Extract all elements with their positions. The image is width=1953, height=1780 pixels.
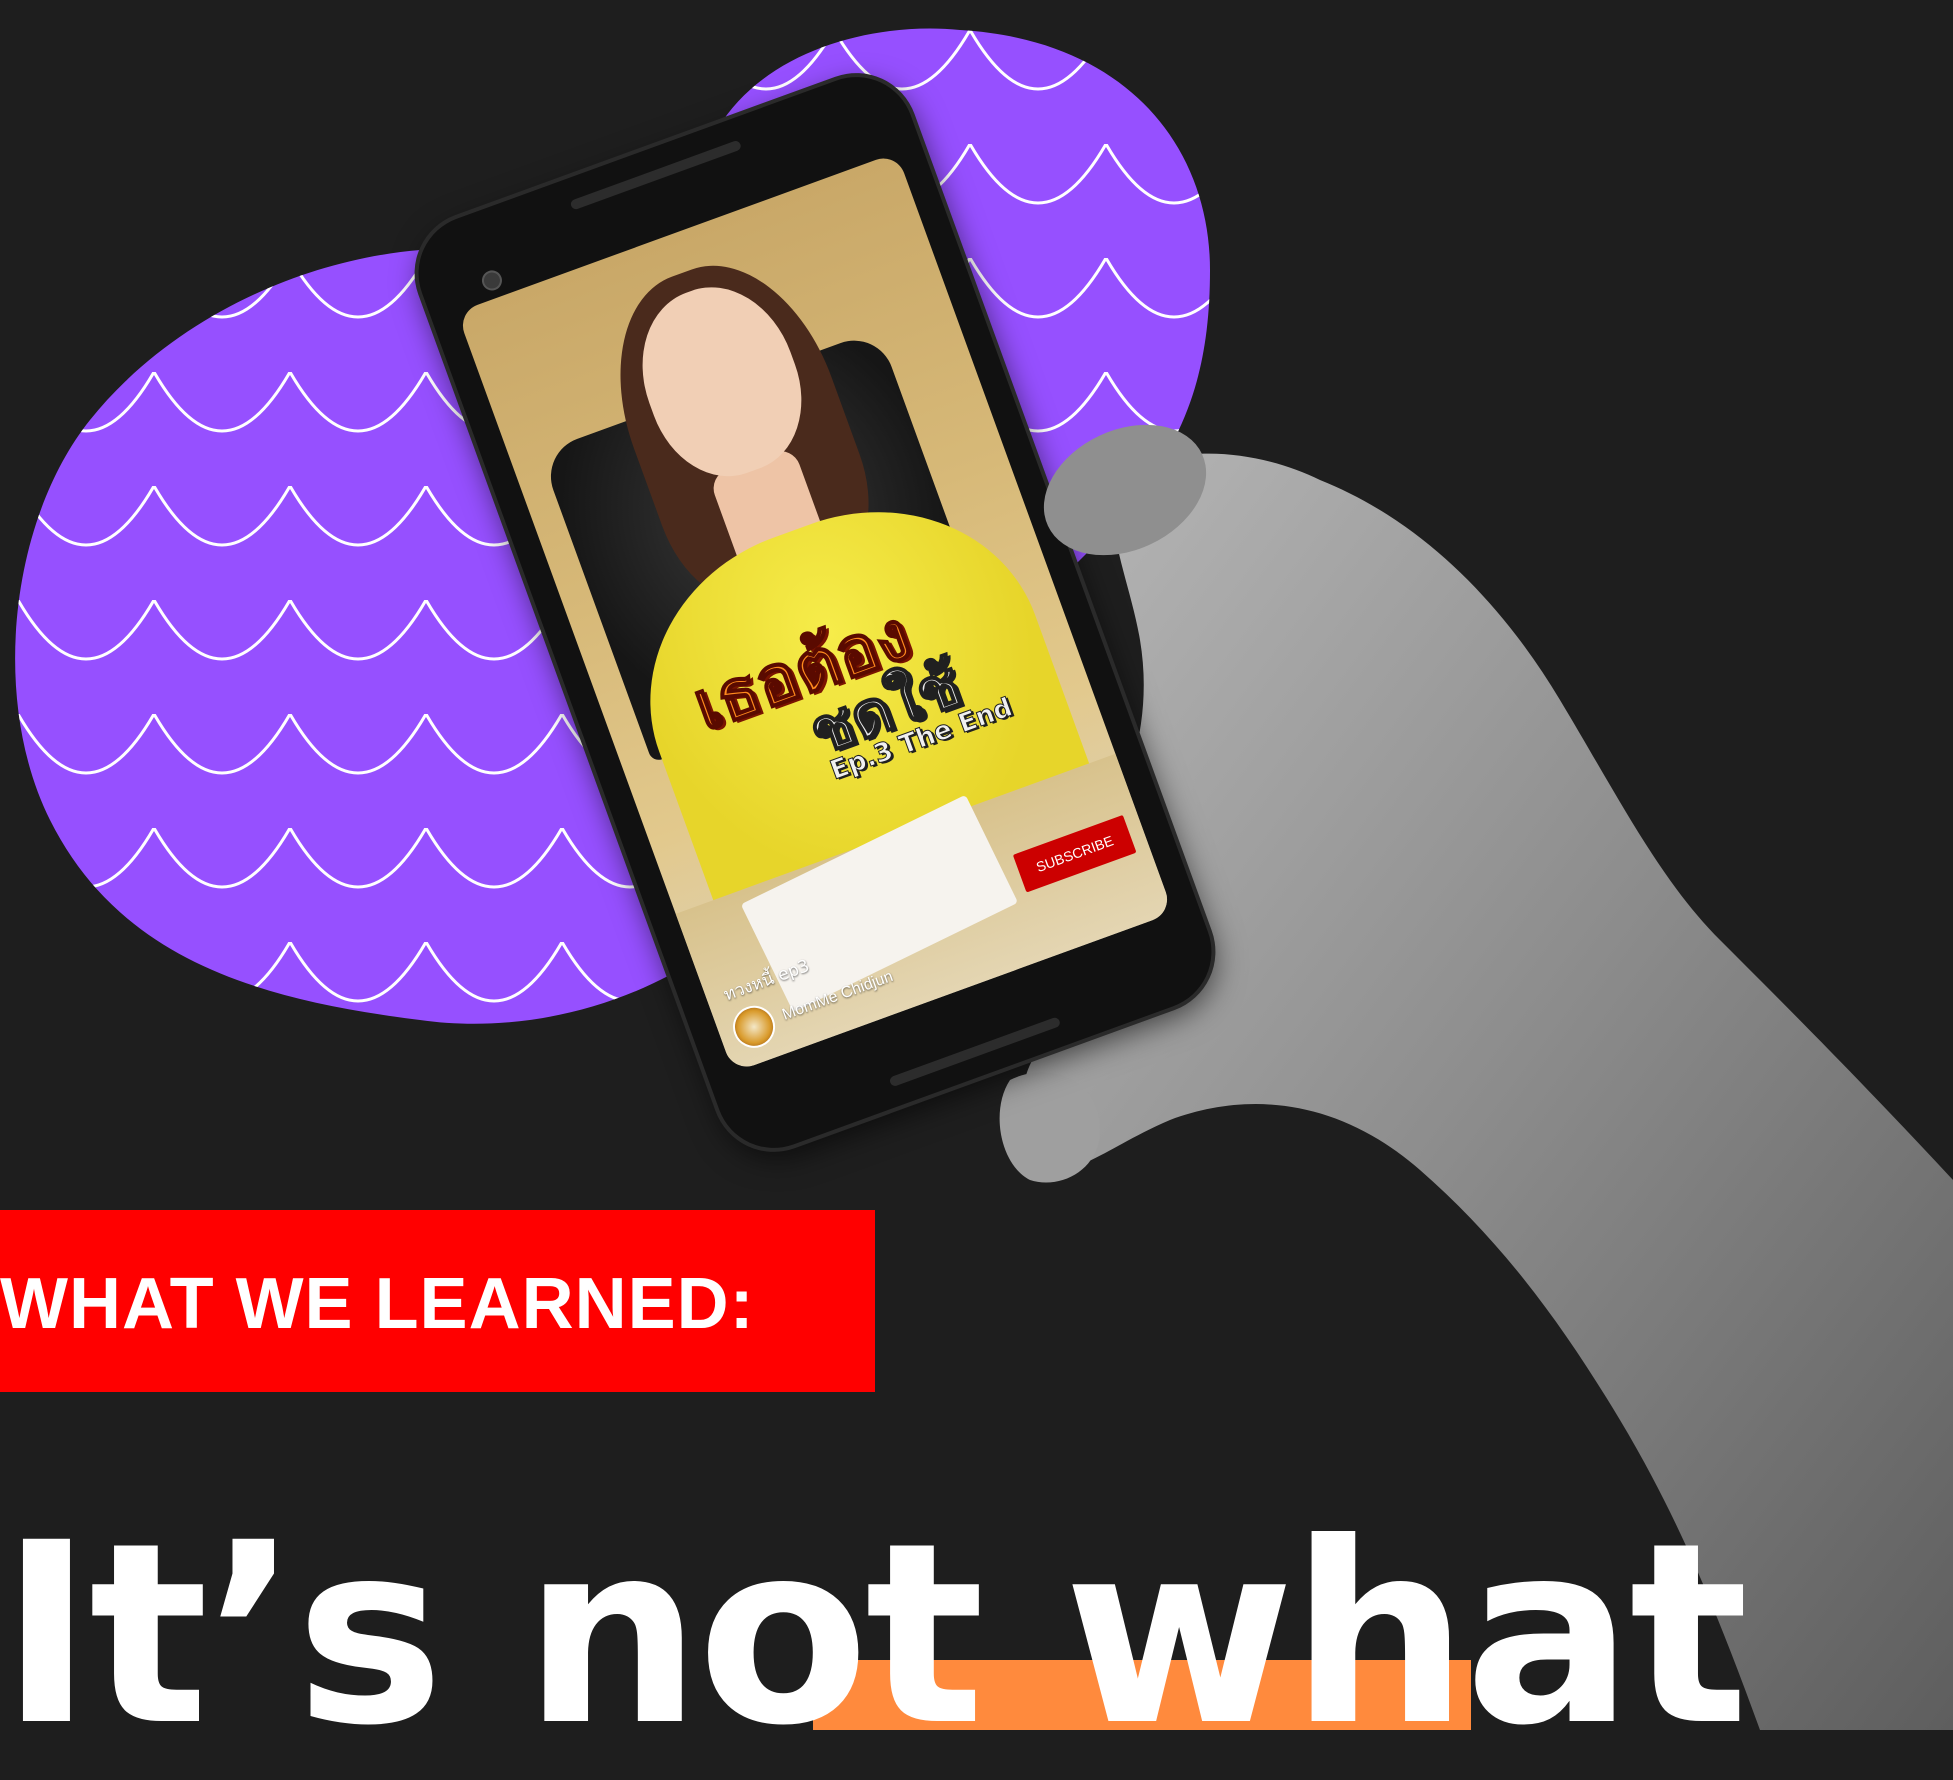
front-camera-icon bbox=[479, 267, 505, 294]
headline-part2: what bbox=[1063, 1489, 1749, 1780]
section-label: WHAT WE LEARNED: bbox=[0, 1264, 755, 1344]
headline: It’s not what bbox=[0, 1510, 1749, 1760]
headline-part1: It’s not bbox=[0, 1489, 1064, 1780]
